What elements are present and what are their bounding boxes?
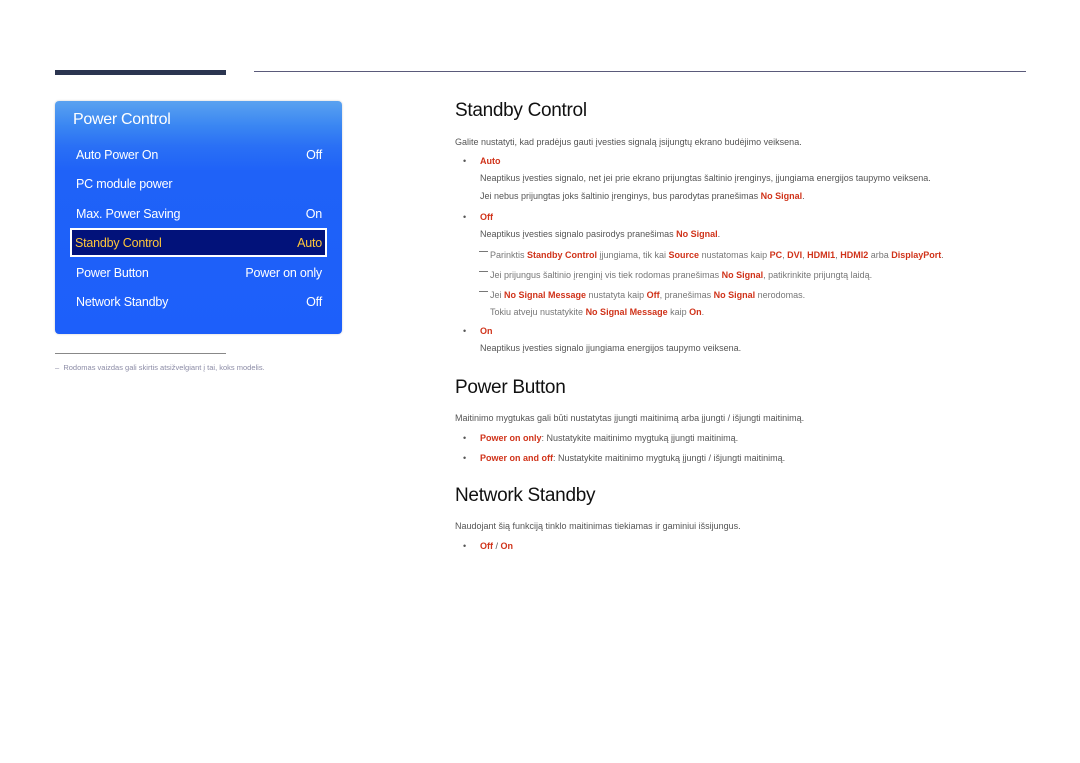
option-off: Off — [480, 212, 493, 222]
osd-item-label: Max. Power Saving — [76, 207, 181, 221]
bullet-icon: • — [463, 156, 467, 166]
option-on: On — [480, 326, 493, 336]
note-1: Parinktis Standby Control įjungiama, tik… — [479, 250, 944, 260]
bullet-icon: • — [463, 541, 467, 551]
osd-item-label: Network Standby — [76, 295, 169, 309]
osd-item-label: Auto Power On — [76, 148, 159, 162]
on-description: Neaptikus įvesties signalo įjungiama ene… — [480, 343, 742, 353]
auto-description-2: Jei nebus prijungtas joks šaltinio įreng… — [480, 191, 805, 201]
bullet-icon: • — [463, 433, 467, 443]
osd-item-value: Off — [306, 295, 322, 309]
standby-intro: Galite nustatyti, kad pradėjus gauti įve… — [455, 137, 802, 147]
off-description: Neaptikus įvesties signalo pasirodys pra… — [480, 229, 721, 239]
note-dash-icon — [479, 251, 488, 252]
osd-item-value: Off — [306, 148, 322, 162]
footnote-rule — [55, 353, 226, 354]
note-dash-icon — [479, 291, 488, 292]
bullet-icon: • — [463, 453, 467, 463]
osd-menu-title: Power Control — [73, 111, 171, 128]
osd-menu-item-pc-module-power[interactable]: PC module power — [71, 170, 327, 198]
note-dash-icon — [479, 271, 488, 272]
osd-menu-item-network-standby[interactable]: Network Standby Off — [71, 288, 327, 316]
note-3: Jei No Signal Message nustatyta kaip Off… — [479, 290, 805, 300]
osd-item-value: On — [305, 207, 322, 221]
osd-item-label: Power Button — [76, 266, 149, 280]
osd-menu-panel: Power Control Auto Power On Off PC modul… — [55, 101, 342, 334]
osd-menu-item-auto-power-on[interactable]: Auto Power On Off — [71, 141, 327, 169]
osd-item-label: PC module power — [76, 177, 173, 191]
osd-menu-item-max-power-saving[interactable]: Max. Power Saving On — [71, 200, 327, 228]
osd-menu-item-power-button[interactable]: Power Button Power on only — [71, 259, 327, 287]
note-3-line-2: Tokiu atveju nustatykite No Signal Messa… — [490, 307, 705, 317]
network-standby-options: Off / On — [480, 541, 514, 551]
header-rule-thin — [254, 71, 1026, 72]
section-title-network-standby: Network Standby — [455, 485, 596, 506]
osd-item-value: Auto — [297, 235, 322, 250]
auto-description-1: Neaptikus įvesties signalo, net jei prie… — [480, 173, 931, 183]
power-button-intro: Maitinimo mygtukas gali būti nustatytas … — [455, 413, 805, 423]
osd-item-label: Standby Control — [75, 235, 162, 250]
section-title-standby-control: Standby Control — [455, 100, 587, 121]
option-auto: Auto — [480, 156, 501, 166]
option-power-on-and-off: Power on and off: Nustatykite maitinimo … — [480, 453, 786, 463]
note-2: Jei prijungus šaltinio įrenginį vis tiek… — [479, 270, 872, 280]
section-title-power-button: Power Button — [455, 377, 566, 398]
network-standby-intro: Naudojant šią funkciją tinklo maitinimas… — [455, 521, 741, 531]
header-rule-thick — [55, 70, 226, 75]
footnote: – Rodomas vaizdas gali skirtis atsižvelg… — [55, 363, 265, 372]
osd-menu-item-standby-control[interactable]: Standby Control Auto — [70, 228, 327, 257]
osd-item-value: Power on only — [245, 266, 322, 280]
option-power-on-only: Power on only: Nustatykite maitinimo myg… — [480, 433, 739, 443]
bullet-icon: • — [463, 212, 467, 222]
bullet-icon: • — [463, 326, 467, 336]
